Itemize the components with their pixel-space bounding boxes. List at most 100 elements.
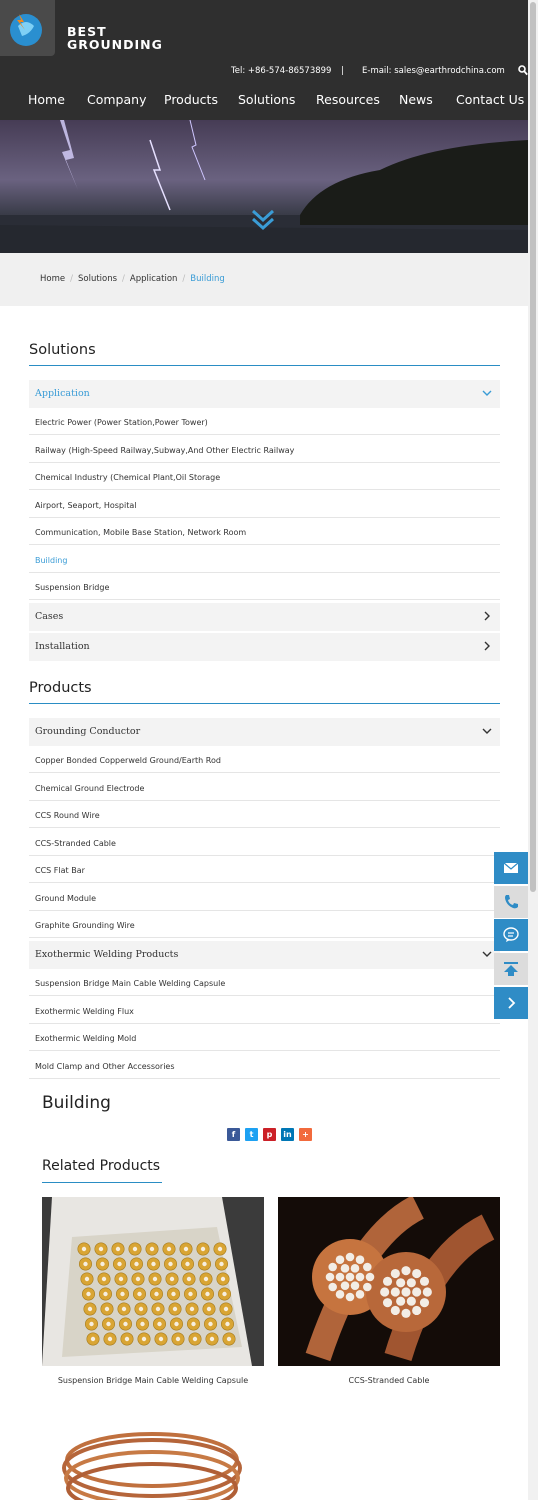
scrollbar-thumb[interactable] (530, 2, 536, 892)
chat-icon (503, 927, 519, 942)
item-label: CCS-Stranded Cable (35, 839, 116, 848)
nav-contact-us[interactable]: Contact Us (456, 92, 524, 107)
chevron-down-icon (482, 728, 492, 734)
product-image-copper-coil[interactable] (42, 1418, 264, 1500)
nav-resources[interactable]: Resources (316, 92, 380, 107)
main-nav: Home Company Products Solutions Resource… (0, 92, 528, 108)
stranded-cable-photo (278, 1197, 500, 1366)
breadcrumb-application[interactable]: Application (130, 274, 178, 284)
back-to-top-icon (504, 962, 518, 976)
breadcrumb-divider: / (182, 274, 186, 284)
item-label: Electric Power (Power Station,Power Towe… (35, 418, 208, 427)
brand-name: BEST GROUNDING (67, 25, 163, 51)
page-scrollbar[interactable] (528, 0, 538, 1500)
nav-home[interactable]: Home (28, 92, 65, 107)
brand-line-2: GROUNDING (67, 37, 163, 52)
nav-company[interactable]: Company (87, 92, 146, 107)
solutions-heading: Solutions (29, 342, 96, 358)
related-underline (42, 1182, 162, 1183)
solution-item-railway[interactable]: Railway (High-Speed Railway,Subway,And O… (29, 436, 500, 463)
solution-item-chemical-industry[interactable]: Chemical Industry (Chemical Plant,Oil St… (29, 463, 500, 490)
breadcrumb-divider: / (70, 274, 73, 284)
products-heading: Products (29, 680, 92, 696)
product-item-ground-module[interactable]: Ground Module (29, 884, 500, 911)
product-item-ccs-round-wire[interactable]: CCS Round Wire (29, 801, 500, 828)
site-header: BEST GROUNDING Tel: +86-574-86573899 | E… (0, 0, 528, 120)
item-label: Copper Bonded Copperweld Ground/Earth Ro… (35, 756, 221, 765)
phone-button[interactable] (494, 886, 528, 918)
chevron-right-icon (484, 641, 490, 651)
product-item-mold-clamp[interactable]: Mold Clamp and Other Accessories (29, 1052, 500, 1079)
item-label: Mold Clamp and Other Accessories (35, 1062, 175, 1071)
search-icon[interactable] (518, 65, 528, 76)
category-label: Grounding Conductor (35, 726, 141, 737)
related-product-card[interactable] (42, 1418, 264, 1500)
breadcrumb-solutions[interactable]: Solutions (78, 274, 117, 284)
product-image-stranded-cable[interactable] (278, 1197, 500, 1366)
category-label: Application (35, 388, 90, 399)
solution-item-electric-power[interactable]: Electric Power (Power Station,Power Towe… (29, 408, 500, 435)
product-item-welding-mold[interactable]: Exothermic Welding Mold (29, 1024, 500, 1051)
product-image-welding-capsule[interactable] (42, 1197, 264, 1366)
email-address[interactable]: E-mail: sales@earthrodchina.com (362, 66, 505, 76)
category-grounding-conductor[interactable]: Grounding Conductor (29, 718, 500, 746)
item-label: Suspension Bridge Main Cable Welding Cap… (35, 979, 226, 988)
solution-item-airport[interactable]: Airport, Seaport, Hospital (29, 491, 500, 518)
breadcrumb-bar: Home / Solutions / Application / Building (0, 253, 528, 306)
banner-image (0, 120, 528, 253)
pinterest-icon[interactable]: p (263, 1128, 276, 1141)
item-label: Exothermic Welding Mold (35, 1034, 137, 1043)
breadcrumb-current: Building (190, 274, 225, 284)
chevron-right-icon (484, 611, 490, 621)
page-title: Building (42, 1093, 111, 1113)
product-item-chemical-electrode[interactable]: Chemical Ground Electrode (29, 774, 500, 801)
product-item-welding-flux[interactable]: Exothermic Welding Flux (29, 997, 500, 1024)
item-label: Suspension Bridge (35, 583, 110, 592)
more-share-icon[interactable]: + (299, 1128, 312, 1141)
back-to-top-button[interactable] (494, 953, 528, 985)
nav-solutions[interactable]: Solutions (238, 92, 295, 107)
nav-products[interactable]: Products (164, 92, 218, 107)
product-item-graphite-wire[interactable]: Graphite Grounding Wire (29, 911, 500, 938)
item-label: Airport, Seaport, Hospital (35, 501, 137, 510)
breadcrumb-divider: / (122, 274, 125, 284)
nav-news[interactable]: News (399, 92, 433, 107)
related-product-caption[interactable]: Suspension Bridge Main Cable Welding Cap… (42, 1376, 264, 1385)
category-installation[interactable]: Installation (29, 633, 500, 661)
product-item-welding-capsule[interactable]: Suspension Bridge Main Cable Welding Cap… (29, 969, 500, 996)
breadcrumb: Home / Solutions / Application / Building (40, 274, 225, 284)
chevron-right-icon (508, 997, 516, 1009)
category-cases[interactable]: Cases (29, 603, 500, 631)
collapse-tools-button[interactable] (494, 987, 528, 1019)
chat-button[interactable] (494, 919, 528, 951)
category-application[interactable]: Application (29, 380, 500, 408)
solution-item-communication[interactable]: Communication, Mobile Base Station, Netw… (29, 518, 500, 545)
category-label: Installation (35, 641, 90, 652)
product-item-ccs-stranded-cable[interactable]: CCS-Stranded Cable (29, 829, 500, 856)
product-item-earth-rod[interactable]: Copper Bonded Copperweld Ground/Earth Ro… (29, 746, 500, 773)
item-label: Exothermic Welding Flux (35, 1007, 134, 1016)
products-underline (29, 703, 500, 704)
logo[interactable] (0, 0, 55, 56)
contact-row: Tel: +86-574-86573899 | E-mail: sales@ea… (0, 65, 528, 80)
category-label: Cases (35, 611, 64, 622)
phone-number[interactable]: Tel: +86-574-86573899 (231, 66, 331, 76)
item-label: Ground Module (35, 894, 97, 903)
item-label: Building (35, 556, 68, 565)
twitter-icon[interactable]: t (245, 1128, 258, 1141)
item-label: CCS Round Wire (35, 811, 100, 820)
solution-item-building[interactable]: Building (29, 546, 500, 573)
product-item-ccs-flat-bar[interactable]: CCS Flat Bar (29, 856, 500, 883)
related-product-caption[interactable]: CCS-Stranded Cable (278, 1376, 500, 1385)
item-label: Railway (High-Speed Railway,Subway,And O… (35, 446, 295, 455)
hero-banner (0, 120, 528, 253)
mail-icon (503, 862, 519, 873)
breadcrumb-home[interactable]: Home (40, 274, 65, 284)
mail-button[interactable] (494, 852, 528, 884)
category-exothermic-welding[interactable]: Exothermic Welding Products (29, 941, 500, 969)
solution-item-suspension-bridge[interactable]: Suspension Bridge (29, 573, 500, 600)
facebook-icon[interactable]: f (227, 1128, 240, 1141)
item-label: Communication, Mobile Base Station, Netw… (35, 528, 247, 537)
item-label: CCS Flat Bar (35, 866, 85, 875)
linkedin-icon[interactable]: in (281, 1128, 294, 1141)
